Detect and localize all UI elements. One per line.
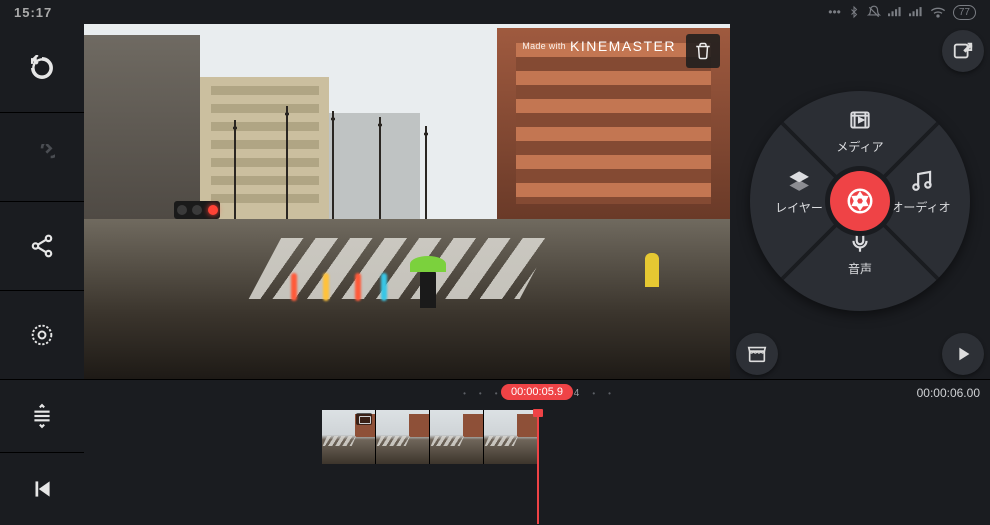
status-bar: 15:17 ••• 77 [0,0,990,24]
clip-thumb[interactable] [430,410,484,464]
delete-button[interactable] [686,34,720,68]
signal2-icon [909,6,923,18]
dnd-icon [867,5,881,19]
timeline-expand-icon [29,403,55,429]
watermark: Made with KINEMASTER [522,38,676,54]
bluetooth-icon [848,5,860,19]
timeline-expand-button[interactable] [0,379,84,452]
jump-start-icon [29,476,55,502]
clip-thumb[interactable] [322,410,376,464]
clock: 15:17 [14,5,52,20]
export-button[interactable] [942,30,984,72]
settings-gear-icon [29,322,55,348]
jump-start-button[interactable] [0,452,84,525]
timeline[interactable]: ••••••• 4 •• 00:00:05.9 00:00:06.00 [84,379,990,525]
total-duration: 00:00:06.00 [917,386,980,400]
preview-frame: Made with KINEMASTER [84,24,730,379]
undo-button[interactable] [0,24,84,113]
play-icon [952,343,974,365]
redo-button[interactable] [0,113,84,202]
signal-icon [888,6,902,18]
export-icon [952,40,974,62]
clip-thumb[interactable] [484,410,538,464]
play-button[interactable] [942,333,984,375]
share-icon [29,233,55,259]
wifi-icon [930,6,946,18]
share-button[interactable] [0,202,84,291]
playhead-time: 00:00:05.9 [501,384,573,400]
store-icon [746,343,768,365]
status-icons: ••• 77 [828,5,976,20]
settings-button[interactable] [0,291,84,379]
action-wheel: メディア オーディオ 音声 [750,91,970,311]
video-track[interactable] [84,410,990,464]
redo-icon [29,144,55,170]
preview-viewport[interactable]: Made with KINEMASTER [84,24,730,379]
left-toolbar [0,24,84,379]
more-icon: ••• [828,5,841,19]
left-toolbar-bottom [0,379,84,525]
wheel-layer-label: レイヤー [775,199,823,216]
playhead[interactable] [537,410,539,524]
clip-thumb[interactable] [376,410,430,464]
battery-icon: 77 [953,5,976,20]
shutter-icon [845,186,875,216]
clip-thumbnails[interactable] [322,410,538,464]
layer-icon [786,168,812,194]
trash-icon [694,42,712,60]
store-button[interactable] [736,333,778,375]
capture-button[interactable] [830,171,890,231]
right-panel: メディア オーディオ 音声 [730,24,990,379]
frame-indicator: 4 [574,388,580,399]
